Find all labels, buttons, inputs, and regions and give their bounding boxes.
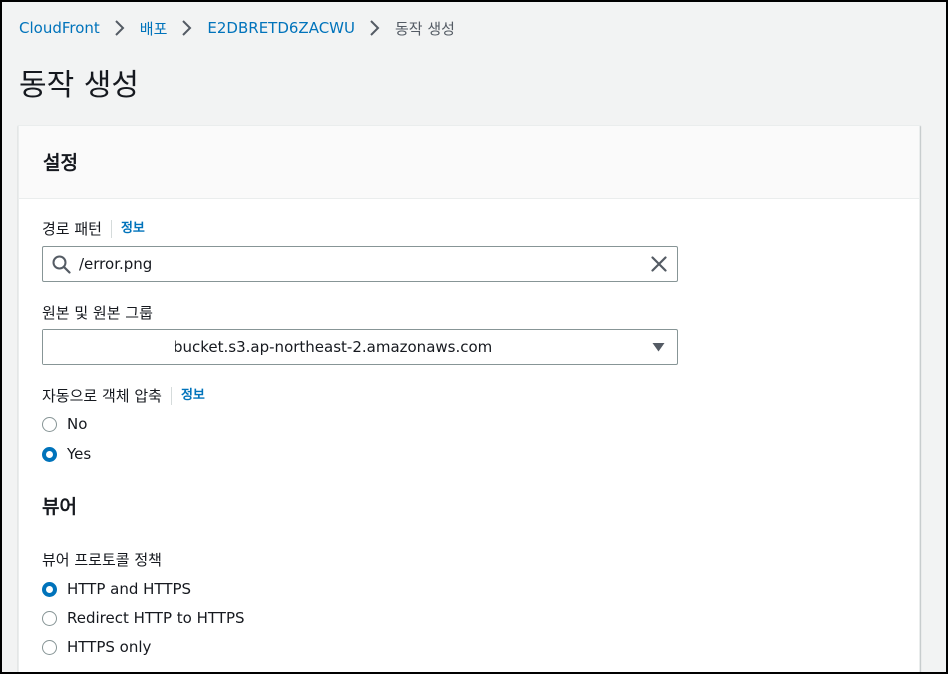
path-pattern-info-link[interactable]: 정보 [110, 219, 145, 238]
viewer-protocol-label: 뷰어 프로토콜 정책 [42, 551, 162, 569]
page-title: 동작 생성 [19, 68, 139, 103]
viewer-option-http-https[interactable]: HTTP and HTTPS [42, 580, 191, 598]
compress-option-yes-label: Yes [67, 445, 92, 463]
compress-option-no-label: No [67, 415, 88, 433]
settings-panel: 설정 경로 패턴 정보 원본 및 원본 그룹 bucket.s3.ap-nort… [18, 125, 920, 672]
viewer-option-https-only[interactable]: HTTPS only [42, 638, 151, 656]
panel-title: 설정 [43, 152, 78, 174]
compress-option-yes[interactable]: Yes [42, 445, 91, 463]
close-icon[interactable] [651, 256, 667, 272]
chevron-right-icon [115, 20, 125, 36]
compress-option-no[interactable]: No [42, 415, 87, 433]
viewer-option-redirect[interactable]: Redirect HTTP to HTTPS [42, 609, 245, 627]
panel-header: 설정 [19, 126, 919, 199]
breadcrumb-distributions[interactable]: 배포 [140, 18, 168, 39]
radio-checked-icon[interactable] [42, 446, 57, 462]
chevron-right-icon [182, 20, 192, 36]
compress-info-link[interactable]: 정보 [170, 386, 205, 405]
path-pattern-label: 경로 패턴 [42, 220, 102, 238]
app-frame: CloudFront 배포 E2DBRETD6ZACWU 동작 생성 동작 생성… [2, 2, 946, 672]
breadcrumb-distribution-id[interactable]: E2DBRETD6ZACWU [207, 19, 355, 37]
path-pattern-field[interactable] [42, 246, 678, 282]
origin-label-row: 원본 및 원본 그룹 [42, 302, 153, 323]
chevron-right-icon [370, 20, 380, 36]
search-icon [52, 255, 71, 274]
viewer-option-redirect-label: Redirect HTTP to HTTPS [67, 609, 245, 627]
path-pattern-label-row: 경로 패턴 정보 [42, 218, 145, 239]
path-pattern-input[interactable] [79, 253, 639, 275]
breadcrumb-current: 동작 생성 [394, 19, 455, 38]
breadcrumb: CloudFront 배포 E2DBRETD6ZACWU 동작 생성 [19, 16, 455, 40]
radio-unchecked-icon[interactable] [42, 416, 57, 432]
radio-checked-icon[interactable] [42, 581, 57, 597]
compress-label-row: 자동으로 객체 압축 정보 [42, 385, 205, 406]
redaction-block [43, 330, 175, 364]
radio-unchecked-icon[interactable] [42, 639, 57, 655]
origin-select-value: bucket.s3.ap-northeast-2.amazonaws.com [173, 338, 493, 356]
viewer-section-title: 뷰어 [42, 496, 77, 518]
viewer-option-https-only-label: HTTPS only [67, 638, 152, 656]
viewer-protocol-label-row: 뷰어 프로토콜 정책 [42, 549, 162, 570]
breadcrumb-cloudfront[interactable]: CloudFront [19, 19, 100, 37]
origin-label: 원본 및 원본 그룹 [42, 304, 153, 322]
compress-label: 자동으로 객체 압축 [42, 387, 162, 405]
radio-unchecked-icon[interactable] [42, 610, 57, 626]
origin-select[interactable]: bucket.s3.ap-northeast-2.amazonaws.com [42, 329, 678, 365]
viewer-option-http-https-label: HTTP and HTTPS [67, 580, 192, 598]
caret-down-icon [652, 343, 665, 352]
